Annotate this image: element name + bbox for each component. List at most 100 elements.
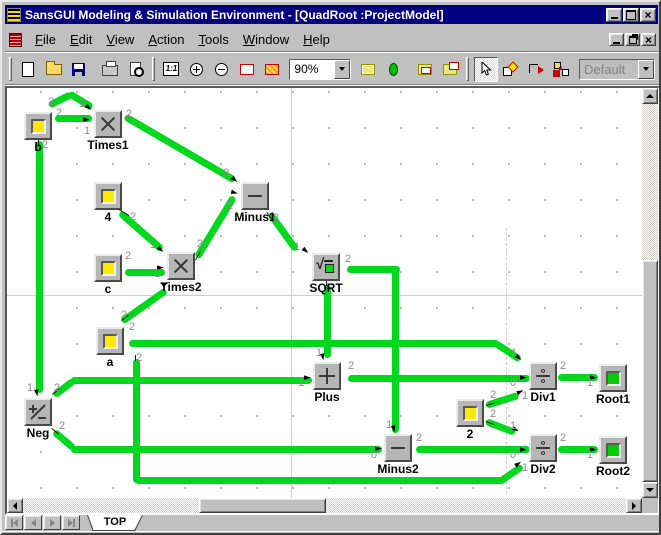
wire-plus-to-div1[interactable] [348,375,530,382]
scroll-up-icon[interactable] [642,88,658,104]
port-label: 2 [56,108,62,118]
child-restore-icon[interactable] [625,33,640,46]
port-label: 1 [27,383,33,393]
zoom-value: 90% [290,62,333,76]
node-root2[interactable] [599,436,627,464]
horizontal-scrollbar [7,498,642,513]
port-label: 2 [348,361,354,371]
wire-times1-to-minus1[interactable] [123,113,236,183]
node-label: Plus [297,390,357,404]
negate-icon [29,403,47,421]
divide-icon [536,368,550,384]
wire-sqrt-to-plus[interactable] [324,285,331,358]
first-sheet-icon[interactable] [5,515,23,530]
port-label: 2 [136,353,142,363]
wire-sqrt-to-minus2-b[interactable] [392,269,399,433]
chevron-down-icon[interactable] [334,60,350,79]
last-sheet-icon[interactable] [62,515,80,530]
wire-neg-to-minus2-b[interactable] [71,446,382,453]
node-minus2[interactable] [384,434,412,462]
create-object-button[interactable] [500,57,523,82]
open-button[interactable] [42,57,65,82]
menu-window[interactable]: Window [236,30,296,49]
save-button[interactable] [67,57,90,82]
title-bar[interactable]: SansGUI Modeling & Simulation Environmen… [5,5,658,24]
pan-window-button[interactable] [413,57,436,82]
wire-b-to-neg[interactable] [36,141,43,393]
zoom-out-button[interactable] [210,57,233,82]
next-sheet-icon[interactable] [43,515,61,530]
node-label: Root1 [583,392,642,406]
sheet-tab-top[interactable]: TOP [87,515,143,531]
menu-tools[interactable]: Tools [191,30,235,49]
menu-file[interactable]: File [28,30,63,49]
child-close-icon[interactable] [641,33,656,46]
menu-help[interactable]: Help [296,30,337,49]
prev-sheet-icon[interactable] [24,515,42,530]
wire-a-to-div2-b[interactable] [135,477,505,484]
scroll-down-icon[interactable] [642,482,658,498]
print-button[interactable] [99,57,122,82]
toolbar-grip[interactable] [466,57,469,81]
vscroll-thumb[interactable] [642,260,658,482]
node-c[interactable] [94,254,122,282]
mode-combo: Default [579,59,655,80]
toolbar: 1:1 90% Default [5,54,660,85]
actual-size-button[interactable]: 1:1 [160,57,183,82]
close-icon[interactable] [640,8,656,22]
node-div1[interactable] [529,362,557,390]
node-div2[interactable] [529,434,557,462]
maximize-icon[interactable] [623,8,639,22]
zoom-selection-button[interactable] [260,57,283,82]
wire-neg-to-plus-b[interactable] [71,377,312,384]
node-sqrt[interactable]: √ [312,253,340,281]
node-a[interactable] [96,327,124,355]
node-minus1[interactable] [241,182,269,210]
variable-icon [101,261,116,276]
port-label: 1 [79,99,85,109]
child-minimize-icon[interactable] [609,33,624,46]
new-view-button[interactable] [438,57,461,82]
fit-to-window-button[interactable] [357,57,380,82]
node-b[interactable] [24,112,52,140]
menu-action[interactable]: Action [141,30,191,49]
toolbar-grip[interactable] [152,57,155,81]
port-label: 2 [59,421,65,431]
scroll-left-icon[interactable] [7,498,23,513]
zoom-in-button[interactable] [185,57,208,82]
zoom-combo[interactable]: 90% [289,59,350,80]
document-icon[interactable] [9,33,22,47]
hierarchy-button[interactable] [550,57,573,82]
zoom-window-button[interactable] [235,57,258,82]
port-label: 2 [490,409,496,419]
model-canvas[interactable]: √ b Times1 4 c Times2 Minus1 SQRT a Neg … [7,88,642,498]
node-4[interactable] [94,182,122,210]
node-neg[interactable] [24,398,52,426]
toolbar-grip[interactable] [9,57,12,81]
node-root1[interactable] [599,364,627,392]
page-boundary-vertical [291,88,292,498]
scroll-right-icon[interactable] [626,498,642,513]
wire-a-to-div1-a[interactable] [129,340,499,347]
menu-edit[interactable]: Edit [63,30,99,49]
node-plus[interactable] [313,362,341,390]
menu-view[interactable]: View [99,30,141,49]
divide-icon [536,440,550,456]
node-label: a [80,355,140,369]
node-times2[interactable] [167,252,195,280]
port-label: 1 [587,378,593,388]
new-button[interactable] [17,57,40,82]
ellipse-tool-button[interactable] [382,57,405,82]
print-preview-button[interactable] [124,57,147,82]
hscroll-thumb[interactable] [199,498,326,513]
pointer-arrow-icon [480,62,492,76]
node-2[interactable] [456,399,484,427]
select-tool-button[interactable] [474,57,497,82]
node-times1[interactable] [94,110,122,138]
pan-window-icon [418,64,432,75]
status-bar [2,531,661,535]
create-link-button[interactable] [525,57,548,82]
application-window: SansGUI Modeling & Simulation Environmen… [0,0,661,535]
port-label: 2 [416,433,422,443]
minimize-icon[interactable] [606,8,622,22]
